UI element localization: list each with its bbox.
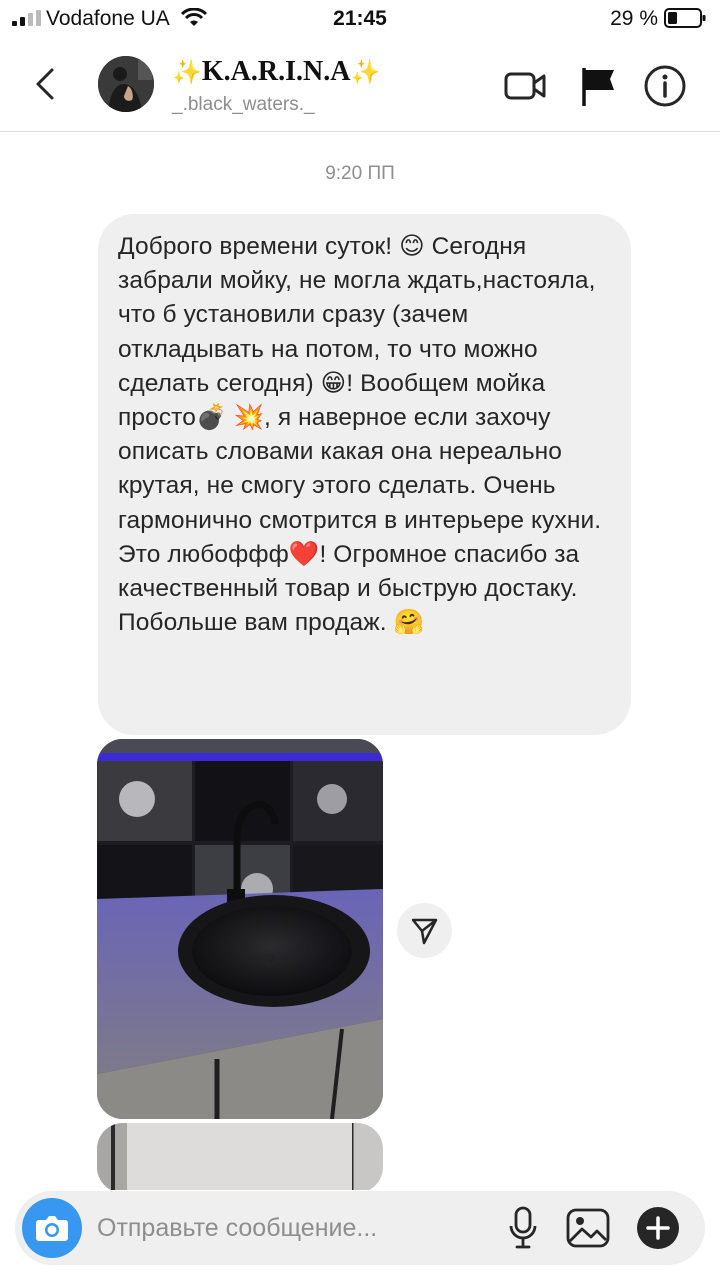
- sparkle-right: ✨: [350, 58, 381, 86]
- message-timestamp: 9:20 ПП: [325, 163, 395, 184]
- battery-percent: 29 %: [610, 7, 658, 30]
- camera-icon: [36, 1216, 68, 1241]
- flag-icon[interactable]: [578, 64, 622, 108]
- camera-button[interactable]: [22, 1198, 82, 1258]
- sink-photo[interactable]: [97, 739, 383, 1119]
- username[interactable]: _.black_waters._: [172, 94, 315, 116]
- plus-circle-icon[interactable]: [635, 1205, 681, 1251]
- sink-photo-image: [97, 739, 383, 1119]
- display-name-text: K.A.R.I.N.A: [201, 56, 351, 87]
- microphone-icon[interactable]: [503, 1205, 543, 1251]
- status-bar: Vodafone UA 21:45 29 %: [0, 0, 720, 38]
- message-text: Доброго времени суток! 😊 Сегодня забрали…: [118, 233, 602, 637]
- second-photo-image: [97, 1123, 383, 1193]
- video-camera-icon[interactable]: [503, 64, 547, 108]
- avatar[interactable]: [98, 56, 154, 112]
- second-photo[interactable]: [97, 1123, 383, 1193]
- gallery-icon[interactable]: [564, 1205, 612, 1251]
- message-composer: [15, 1191, 705, 1265]
- chat-header: ✨K.A.R.I.N.A✨ _.black_waters._: [0, 38, 720, 132]
- paper-plane-icon: [411, 918, 438, 945]
- message-bubble[interactable]: Доброго времени суток! 😊 Сегодня забрали…: [98, 214, 631, 735]
- avatar-photo: [98, 56, 154, 112]
- back-chevron-icon[interactable]: [28, 62, 68, 106]
- display-name[interactable]: ✨K.A.R.I.N.A✨: [172, 56, 380, 88]
- info-icon[interactable]: [643, 64, 687, 108]
- sparkle-left: ✨: [172, 58, 202, 86]
- share-photo-button[interactable]: [397, 903, 452, 958]
- message-input[interactable]: [97, 1191, 487, 1265]
- battery-icon: [664, 8, 706, 28]
